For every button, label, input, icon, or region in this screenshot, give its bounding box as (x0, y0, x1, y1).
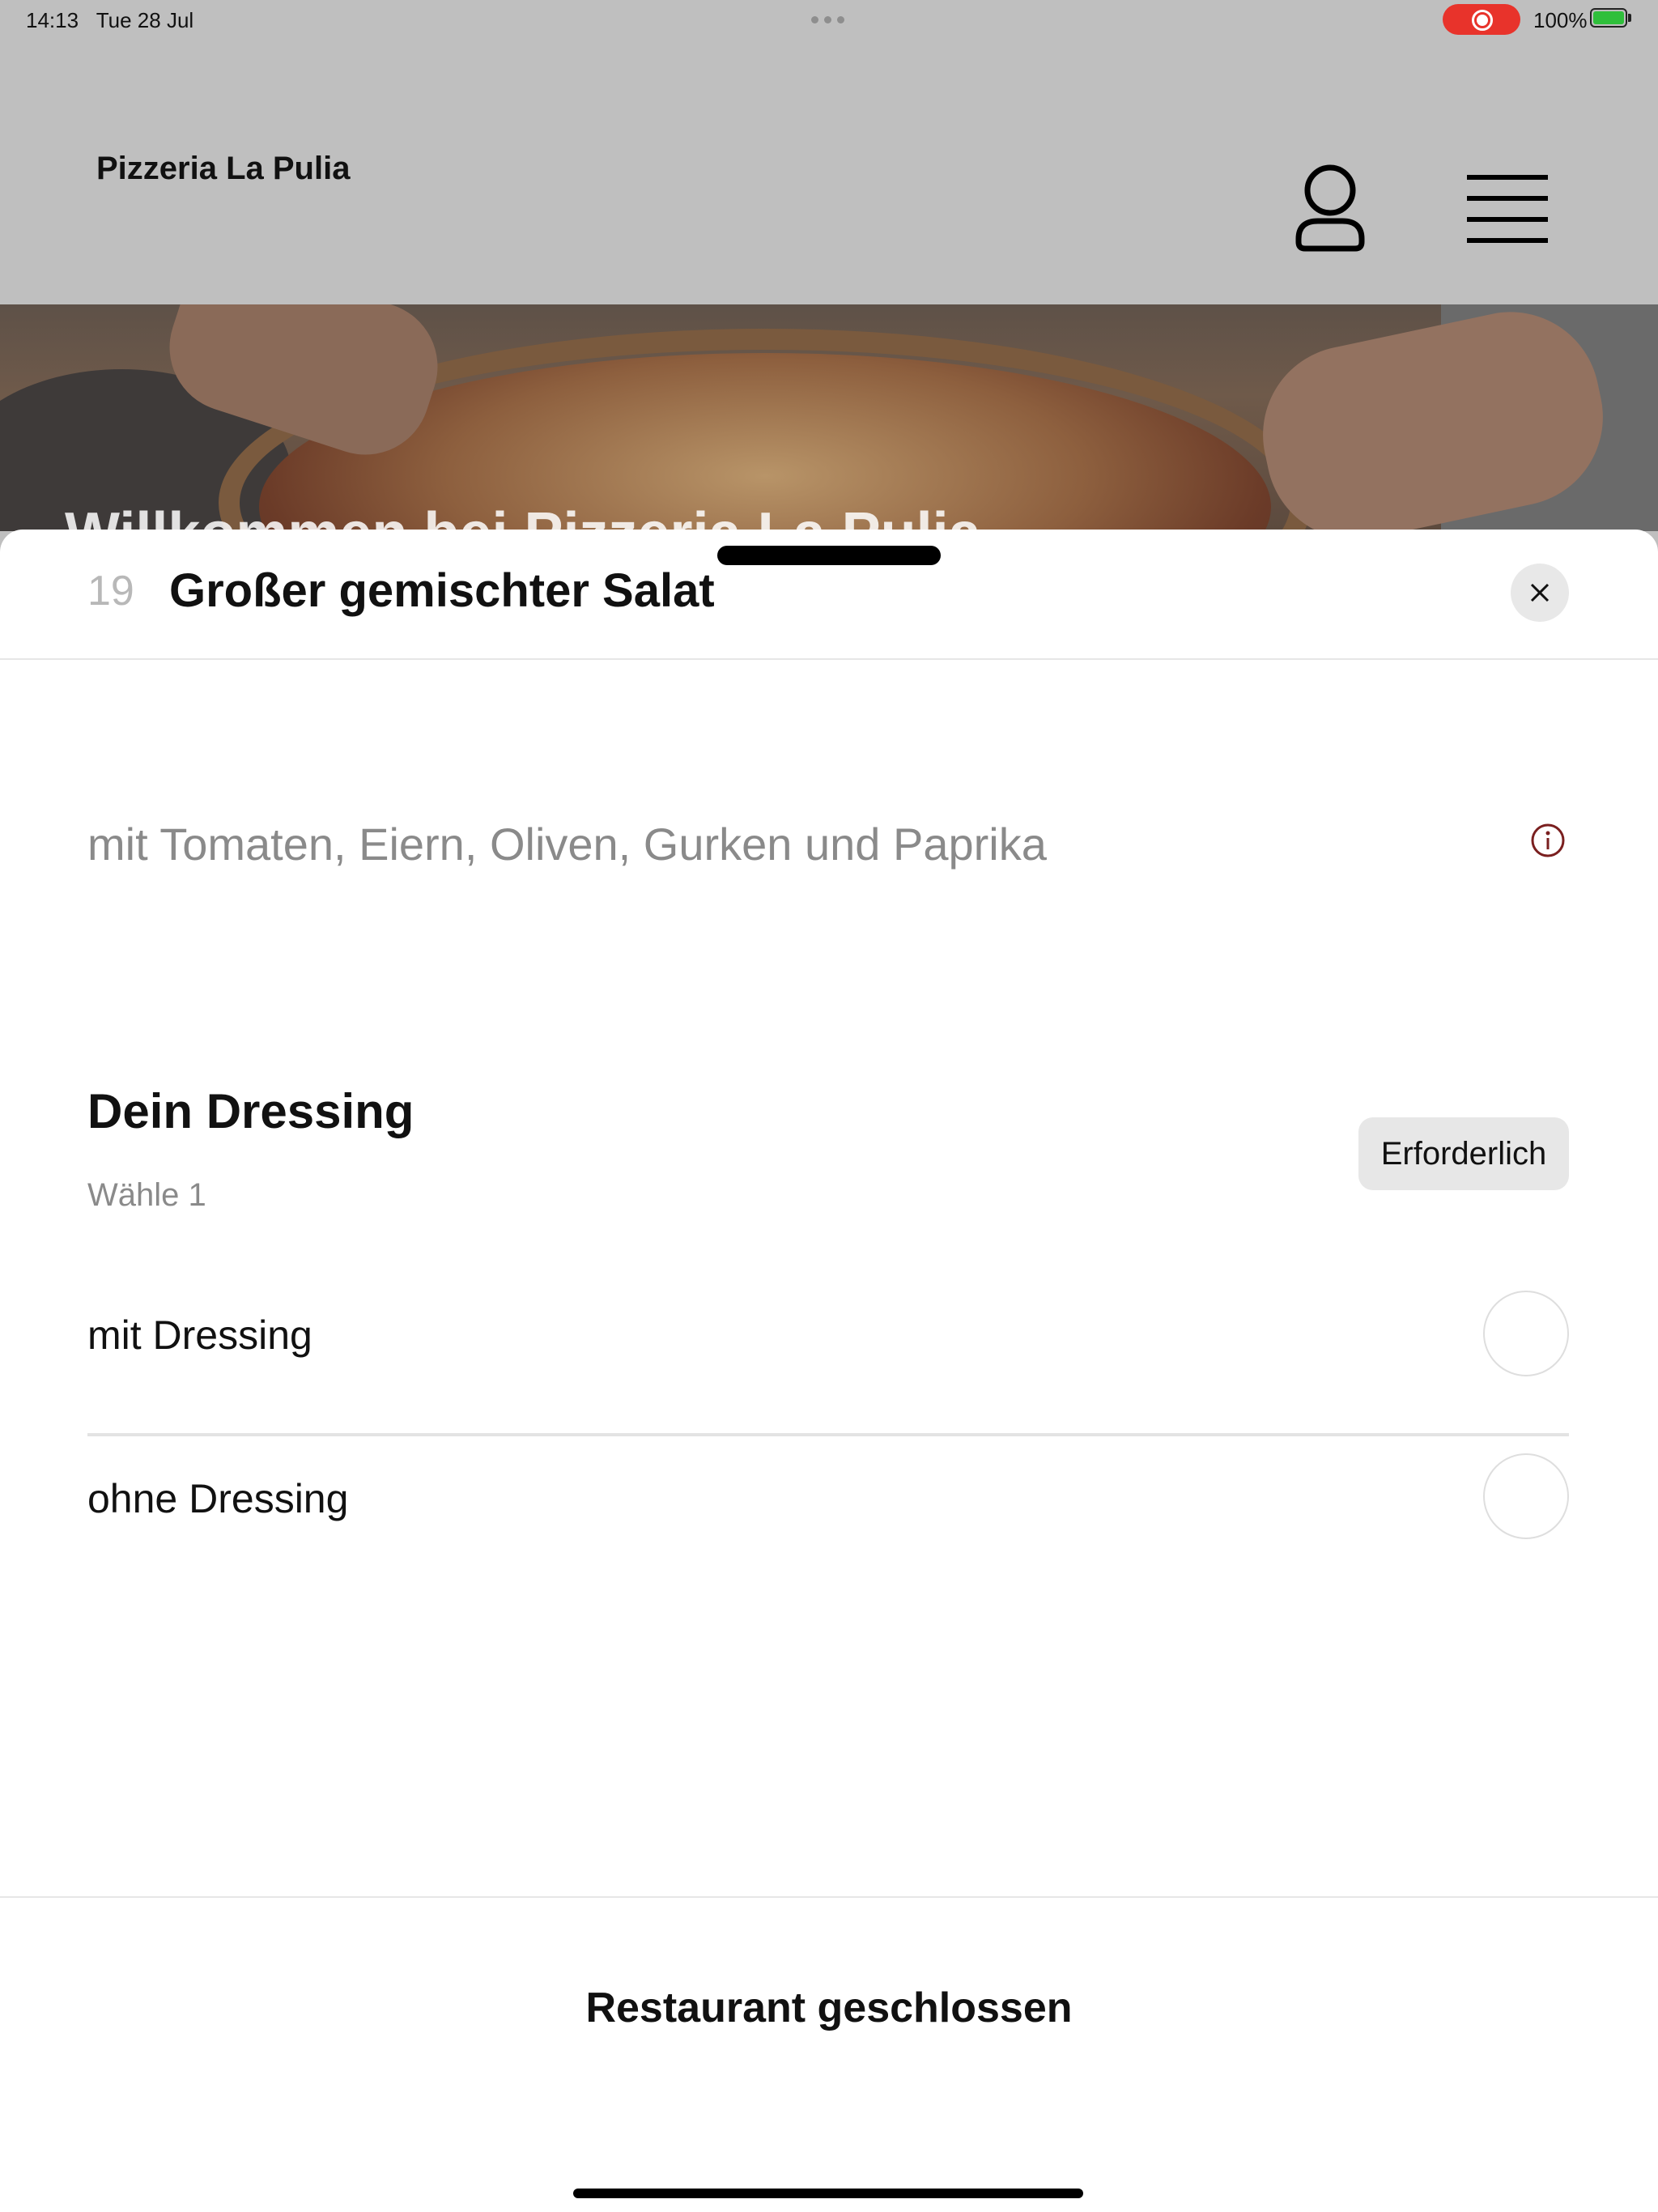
item-detail-sheet: 19 Großer gemischter Salat mit Tomaten, … (0, 530, 1658, 2212)
option-group-title: Dein Dressing (87, 1084, 414, 1138)
option-row-ohne-dressing[interactable]: ohne Dressing (87, 1453, 1569, 1628)
status-date: Tue 28 Jul (96, 8, 194, 32)
required-badge: Erforderlich (1358, 1117, 1569, 1190)
person-icon[interactable] (1294, 164, 1367, 257)
item-number: 19 (87, 568, 134, 615)
battery-percentage: 100% (1533, 8, 1588, 32)
status-bar: 14:13 Tue 28 Jul 100% (0, 0, 1658, 39)
option-divider (87, 1433, 1569, 1436)
sheet-grabber[interactable] (717, 546, 941, 565)
app-header: Pizzeria La Pulia (0, 39, 1658, 304)
home-indicator[interactable] (573, 2189, 1083, 2198)
item-title: Großer gemischter Salat (169, 564, 715, 617)
restaurant-status: Restaurant geschlossen (585, 1984, 1073, 2031)
option-label: mit Dressing (87, 1312, 312, 1358)
radio-button[interactable] (1483, 1291, 1569, 1376)
close-button[interactable] (1511, 564, 1569, 622)
status-time: 14:13 Tue 28 Jul (26, 8, 194, 32)
sheet-footer: Restaurant geschlossen (0, 1896, 1658, 2212)
item-description: mit Tomaten, Eiern, Oliven, Gurken und P… (87, 819, 1047, 870)
battery-cap (1628, 14, 1631, 22)
multitasking-dots-icon[interactable] (811, 16, 847, 24)
hamburger-icon[interactable] (1467, 175, 1548, 247)
option-label: ohne Dressing (87, 1476, 349, 1521)
option-group-subtitle: Wähle 1 (87, 1177, 206, 1213)
battery-icon (1590, 8, 1627, 28)
close-icon (1530, 583, 1550, 602)
info-icon[interactable] (1530, 823, 1566, 862)
brand-title[interactable]: Pizzeria La Pulia (96, 151, 350, 187)
screen-recording-icon[interactable] (1443, 4, 1520, 35)
hero-image (0, 304, 1658, 531)
radio-button[interactable] (1483, 1453, 1569, 1539)
option-row-mit-dressing[interactable]: mit Dressing (87, 1291, 1569, 1465)
